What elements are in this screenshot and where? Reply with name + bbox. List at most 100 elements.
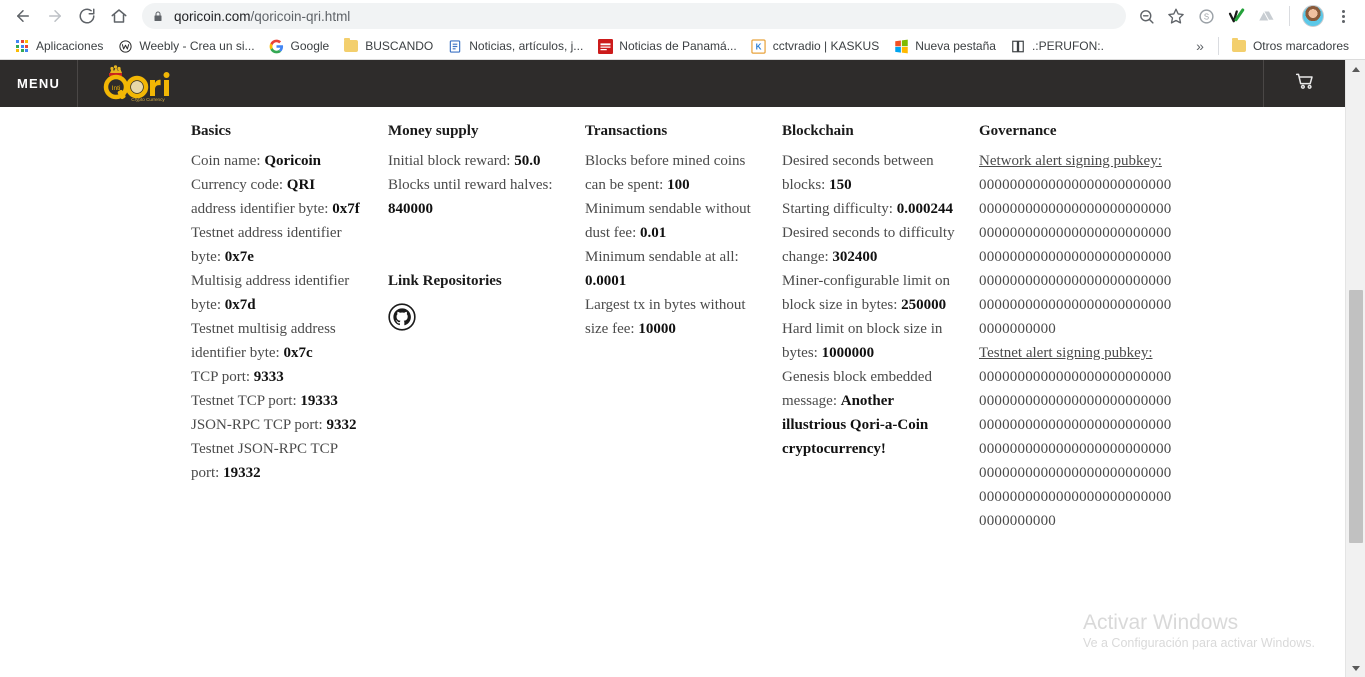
back-arrow-icon[interactable] [8,2,38,30]
windows-activation-watermark: Activar Windows Ve a Configuración para … [1083,610,1315,652]
zoom-out-icon[interactable] [1132,2,1160,30]
bookmark-weebly[interactable]: Weebly - Crea un si... [111,35,262,57]
bookmark-label: .:PERUFON:. [1031,39,1104,53]
spec-value: 100 [667,177,690,193]
home-icon[interactable] [104,2,134,30]
spec-label: JSON-RPC TCP port: [191,417,327,433]
apps-grid-icon [14,38,30,54]
spec-value: 1000000 [821,345,875,361]
specs-columns: Basics Coin name: Qoricoin Currency code… [0,107,1345,533]
bookmarks-bar: Aplicaciones Weebly - Crea un si... Goog… [0,32,1365,60]
checkmark-extension-icon[interactable] [1222,2,1250,30]
spec-value: 0x7e [224,249,254,265]
url-text: qoricoin.com/qoricoin-qri.html [174,9,350,24]
spec-row: Testnet multisig address identifier byte… [191,317,366,365]
spec-label: Testnet TCP port: [191,393,301,409]
link-repositories-title: Link Repositories [388,273,502,289]
bookmarks-overflow-button[interactable]: » [1188,36,1212,56]
reload-icon[interactable] [72,2,102,30]
spec-row: Testnet address identifier byte: 0x7e [191,221,366,269]
avatar [1302,5,1324,27]
spec-row: address identifier byte: 0x7f [191,197,366,221]
spec-value: 302400 [832,249,878,265]
browser-chrome: qoricoin.com/qoricoin-qri.html S Aplicac… [0,0,1365,60]
spec-value: 9333 [253,369,284,385]
bookmark-otros-marcadores[interactable]: Otros marcadores [1225,35,1357,57]
bookmark-star-icon[interactable] [1162,2,1190,30]
scroll-down-button[interactable] [1346,659,1365,677]
column-money-supply: Money supply Initial block reward: 50.0 … [388,119,585,533]
shopping-cart-button[interactable] [1263,60,1345,107]
bookmark-perufon[interactable]: .:PERUFON:. [1004,35,1112,57]
spec-label: Coin name: [191,153,265,169]
testnet-alert-pubkey-label[interactable]: Testnet alert signing pubkey: [979,341,1179,365]
folder-icon [1231,38,1247,54]
scroll-up-button[interactable] [1346,60,1365,78]
spec-value: 0x7d [224,297,256,313]
bookmark-nueva-pestana[interactable]: Nueva pestaña [887,35,1004,57]
site-logo[interactable]: Inti Crypto Currency [78,60,182,107]
column-title: Governance [979,123,1057,139]
profile-avatar[interactable] [1299,2,1327,30]
spec-row: Initial block reward: 50.0 [388,149,563,173]
page-icon [1010,38,1026,54]
spec-value: 10000 [638,321,676,337]
bookmarks-overflow: » Otros marcadores [1188,35,1357,57]
spec-value: 840000 [388,201,433,217]
spec-label: Initial block reward: [388,153,515,169]
spec-label: Minimum sendable at all: [585,249,739,265]
spec-row: Coin name: Qoricoin [191,149,366,173]
forward-arrow-icon[interactable] [40,2,70,30]
bookmark-label: Weebly - Crea un si... [139,39,255,53]
column-title: Transactions [585,123,668,139]
spec-row: Hard limit on block size in bytes: 10000… [782,317,957,365]
spec-row: JSON-RPC TCP port: 9332 [191,413,366,437]
bookmark-label: Aplicaciones [36,39,104,53]
svg-text:K: K [756,42,762,51]
bookmark-aplicaciones[interactable]: Aplicaciones [8,35,111,57]
skype-extension-icon[interactable]: S [1192,2,1220,30]
spec-row: Blocks until reward halves: 840000 [388,173,563,221]
qori-logo-icon: Inti Crypto Currency [96,64,182,104]
spec-value: 250000 [901,297,947,313]
spec-row: Blocks before mined coins can be spent: … [585,149,760,197]
spec-row: Minimum sendable without dust fee: 0.01 [585,197,760,245]
spec-label: Starting difficulty: [782,201,897,217]
svg-text:S: S [1203,12,1208,21]
spec-value: 19333 [300,393,338,409]
scrollbar-thumb[interactable] [1349,290,1363,543]
chrome-menu-icon[interactable] [1329,2,1357,30]
bookmark-noticias-articulos[interactable]: Noticias, artículos, j... [441,35,591,57]
bookmark-buscando[interactable]: BUSCANDO [337,35,441,57]
page-scrollbar[interactable] [1345,60,1365,677]
spec-label: Currency code: [191,177,287,193]
svg-text:Crypto Currency: Crypto Currency [131,97,165,102]
spec-label: Desired seconds between blocks: [782,153,934,193]
spec-label: Testnet JSON-RPC TCP port: [191,441,338,481]
spec-label: TCP port: [191,369,254,385]
github-icon[interactable] [388,303,416,331]
spec-value: 0.0001 [585,273,627,289]
bookmark-noticias-panama[interactable]: Noticias de Panamá... [591,35,744,57]
bookmark-cctvradio-kaskus[interactable]: K cctvradio | KASKUS [745,35,888,57]
chevron-up-icon [1352,66,1360,72]
network-alert-pubkey-label[interactable]: Network alert signing pubkey: [979,149,1179,173]
network-alert-pubkey-value: 0000000000000000000000000000000000000000… [979,177,1172,337]
spec-row: Desired seconds to difficulty change: 30… [782,221,957,269]
folder-icon [343,38,359,54]
chrome-actions: S [1132,2,1357,30]
spec-value: 0x7f [332,201,360,217]
spec-row: Starting difficulty: 0.000244 [782,197,957,221]
column-basics: Basics Coin name: Qoricoin Currency code… [191,119,388,533]
menu-button[interactable]: MENU [0,60,78,107]
bookmark-google[interactable]: Google [263,35,338,57]
header-spacer [182,60,1263,107]
address-bar[interactable]: qoricoin.com/qoricoin-qri.html [142,3,1126,29]
bookmarks-divider [1217,37,1219,55]
spec-row: Currency code: QRI [191,173,366,197]
testnet-alert-pubkey-value: 0000000000000000000000000000000000000000… [979,369,1172,529]
spec-value: 9332 [326,417,357,433]
spec-row: Desired seconds between blocks: 150 [782,149,957,197]
drive-extension-icon[interactable] [1252,2,1280,30]
shopping-cart-icon [1294,71,1316,96]
